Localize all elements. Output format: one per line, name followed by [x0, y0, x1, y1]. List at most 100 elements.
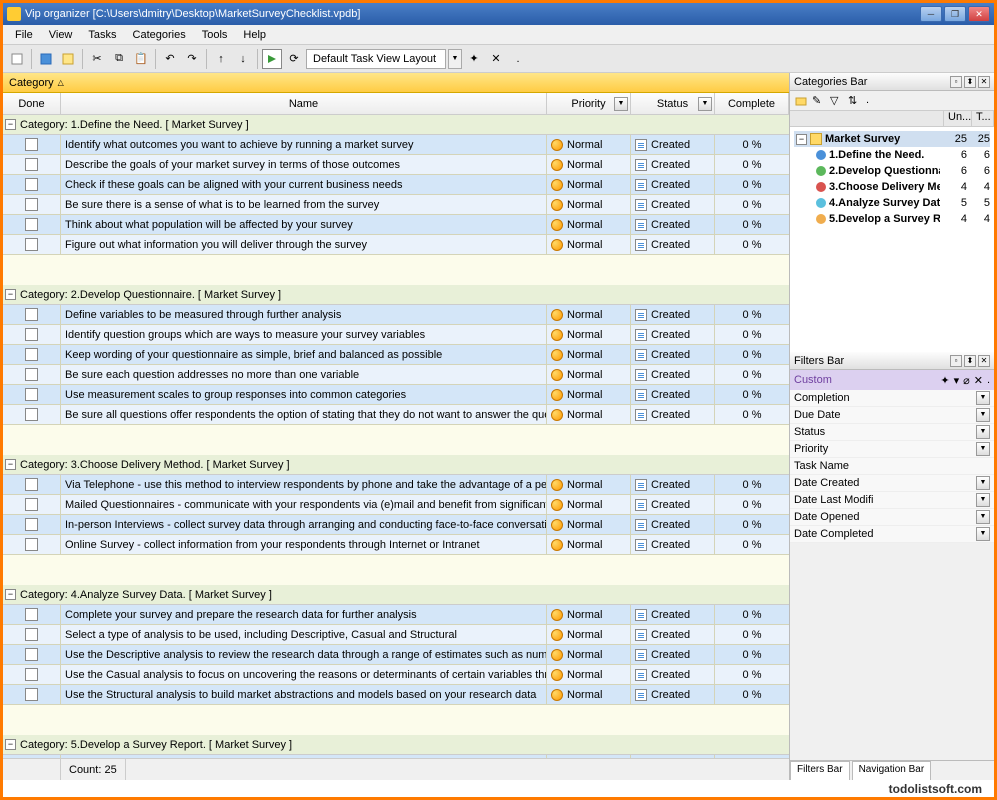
- col-complete[interactable]: Complete: [715, 93, 789, 114]
- cat-more-icon[interactable]: .: [866, 94, 880, 108]
- done-checkbox[interactable]: [25, 498, 38, 511]
- done-checkbox[interactable]: [25, 478, 38, 491]
- done-checkbox[interactable]: [25, 138, 38, 151]
- tree-node[interactable]: 4.Analyze Survey Data.55: [794, 195, 990, 211]
- tree-root[interactable]: −Market Survey2525: [794, 131, 990, 147]
- done-checkbox[interactable]: [25, 368, 38, 381]
- cat-new-icon[interactable]: [794, 94, 808, 108]
- collapse-icon[interactable]: −: [5, 119, 16, 130]
- menu-tasks[interactable]: Tasks: [80, 27, 124, 43]
- done-checkbox[interactable]: [25, 158, 38, 171]
- category-row[interactable]: −Category: 5.Develop a Survey Report. [ …: [3, 735, 789, 755]
- play-icon[interactable]: [262, 49, 282, 69]
- menu-categories[interactable]: Categories: [125, 27, 194, 43]
- done-checkbox[interactable]: [25, 348, 38, 361]
- fpanel-pin-icon[interactable]: ⬍: [964, 355, 976, 367]
- category-tab[interactable]: Category △: [3, 73, 789, 93]
- refresh-icon[interactable]: ⟳: [284, 49, 304, 69]
- tree-node[interactable]: 1.Define the Need.66: [794, 147, 990, 163]
- paste-icon[interactable]: 📋: [131, 49, 151, 69]
- tool-c-icon[interactable]: .: [508, 49, 528, 69]
- new-icon[interactable]: [7, 49, 27, 69]
- filter-dropdown-icon[interactable]: ▼: [976, 476, 990, 490]
- priority-filter-icon[interactable]: ▼: [614, 97, 628, 111]
- collapse-icon[interactable]: −: [5, 289, 16, 300]
- redo-icon[interactable]: ↷: [182, 49, 202, 69]
- filter-dropdown-icon[interactable]: ▼: [976, 425, 990, 439]
- task-row[interactable]: Check if these goals can be aligned with…: [3, 175, 789, 195]
- filter-tool2-icon[interactable]: ▾: [954, 374, 960, 387]
- done-checkbox[interactable]: [25, 688, 38, 701]
- minimize-button[interactable]: ─: [920, 6, 942, 22]
- maximize-button[interactable]: ❐: [944, 6, 966, 22]
- down-icon[interactable]: ↓: [233, 49, 253, 69]
- filter-row[interactable]: Date Created▼: [790, 475, 994, 492]
- task-row[interactable]: Use the Structural analysis to build mar…: [3, 685, 789, 705]
- filter-row[interactable]: Due Date▼: [790, 407, 994, 424]
- filter-dropdown-icon[interactable]: ▼: [976, 442, 990, 456]
- done-checkbox[interactable]: [25, 218, 38, 231]
- task-row[interactable]: Keep wording of your questionnaire as si…: [3, 345, 789, 365]
- task-row[interactable]: Use the Casual analysis to focus on unco…: [3, 665, 789, 685]
- category-row[interactable]: −Category: 3.Choose Delivery Method. [ M…: [3, 455, 789, 475]
- tree-collapse-icon[interactable]: −: [796, 134, 807, 145]
- col-priority[interactable]: Priority▼: [547, 93, 631, 114]
- filter-row[interactable]: Completion▼: [790, 390, 994, 407]
- filter-row[interactable]: Task Name: [790, 458, 994, 475]
- col-status[interactable]: Status▼: [631, 93, 715, 114]
- panel-close-icon[interactable]: ✕: [978, 76, 990, 88]
- undo-icon[interactable]: ↶: [160, 49, 180, 69]
- new-task-icon[interactable]: [58, 49, 78, 69]
- up-icon[interactable]: ↑: [211, 49, 231, 69]
- done-checkbox[interactable]: [25, 628, 38, 641]
- done-checkbox[interactable]: [25, 408, 38, 421]
- panel-opt-icon[interactable]: ▫: [950, 76, 962, 88]
- filter-dropdown-icon[interactable]: ▼: [976, 391, 990, 405]
- done-checkbox[interactable]: [25, 668, 38, 681]
- done-checkbox[interactable]: [25, 388, 38, 401]
- copy-icon[interactable]: ⧉: [109, 49, 129, 69]
- task-row[interactable]: Via Telephone - use this method to inter…: [3, 475, 789, 495]
- filter-row[interactable]: Priority▼: [790, 441, 994, 458]
- filter-tool4-icon[interactable]: ✕: [974, 374, 983, 387]
- task-row[interactable]: In-person Interviews - collect survey da…: [3, 515, 789, 535]
- filter-row[interactable]: Date Opened▼: [790, 509, 994, 526]
- menu-view[interactable]: View: [41, 27, 81, 43]
- col-done[interactable]: Done: [3, 93, 61, 114]
- task-row[interactable]: Select a type of analysis to be used, in…: [3, 625, 789, 645]
- collapse-icon[interactable]: −: [5, 589, 16, 600]
- task-row[interactable]: Identify question groups which are ways …: [3, 325, 789, 345]
- task-row[interactable]: Think about what population will be affe…: [3, 215, 789, 235]
- tool-b-icon[interactable]: ✕: [486, 49, 506, 69]
- filter-dropdown-icon[interactable]: ▼: [976, 510, 990, 524]
- col-name[interactable]: Name: [61, 93, 547, 114]
- tree-node[interactable]: 2.Develop Questionnaire66: [794, 163, 990, 179]
- done-checkbox[interactable]: [25, 608, 38, 621]
- done-checkbox[interactable]: [25, 518, 38, 531]
- filter-row[interactable]: Date Last Modifi▼: [790, 492, 994, 509]
- panel-pin-icon[interactable]: ⬍: [964, 76, 976, 88]
- filter-tool5-icon[interactable]: .: [987, 374, 990, 387]
- fpanel-close-icon[interactable]: ✕: [978, 355, 990, 367]
- done-checkbox[interactable]: [25, 198, 38, 211]
- tree-node[interactable]: 5.Develop a Survey Repo44: [794, 211, 990, 227]
- task-row[interactable]: Define variables to be measured through …: [3, 305, 789, 325]
- task-row[interactable]: Be sure each question addresses no more …: [3, 365, 789, 385]
- task-row[interactable]: Figure out what information you will del…: [3, 235, 789, 255]
- tree-node[interactable]: 3.Choose Delivery Metho44: [794, 179, 990, 195]
- done-checkbox[interactable]: [25, 648, 38, 661]
- menu-file[interactable]: File: [7, 27, 41, 43]
- filter-row[interactable]: Date Completed▼: [790, 526, 994, 543]
- task-row[interactable]: Mailed Questionnaires - communicate with…: [3, 495, 789, 515]
- task-row[interactable]: Identify what outcomes you want to achie…: [3, 135, 789, 155]
- save-icon[interactable]: [36, 49, 56, 69]
- filter-custom-bar[interactable]: Custom ✦ ▾ ⌀ ✕ .: [790, 370, 994, 390]
- tool-a-icon[interactable]: ✦: [464, 49, 484, 69]
- tab-navigation[interactable]: Navigation Bar: [852, 761, 932, 780]
- tab-filters[interactable]: Filters Bar: [790, 761, 850, 780]
- task-row[interactable]: Online Survey - collect information from…: [3, 535, 789, 555]
- filter-dropdown-icon[interactable]: ▼: [976, 493, 990, 507]
- done-checkbox[interactable]: [25, 238, 38, 251]
- filter-tool1-icon[interactable]: ✦: [940, 374, 949, 387]
- menu-tools[interactable]: Tools: [194, 27, 236, 43]
